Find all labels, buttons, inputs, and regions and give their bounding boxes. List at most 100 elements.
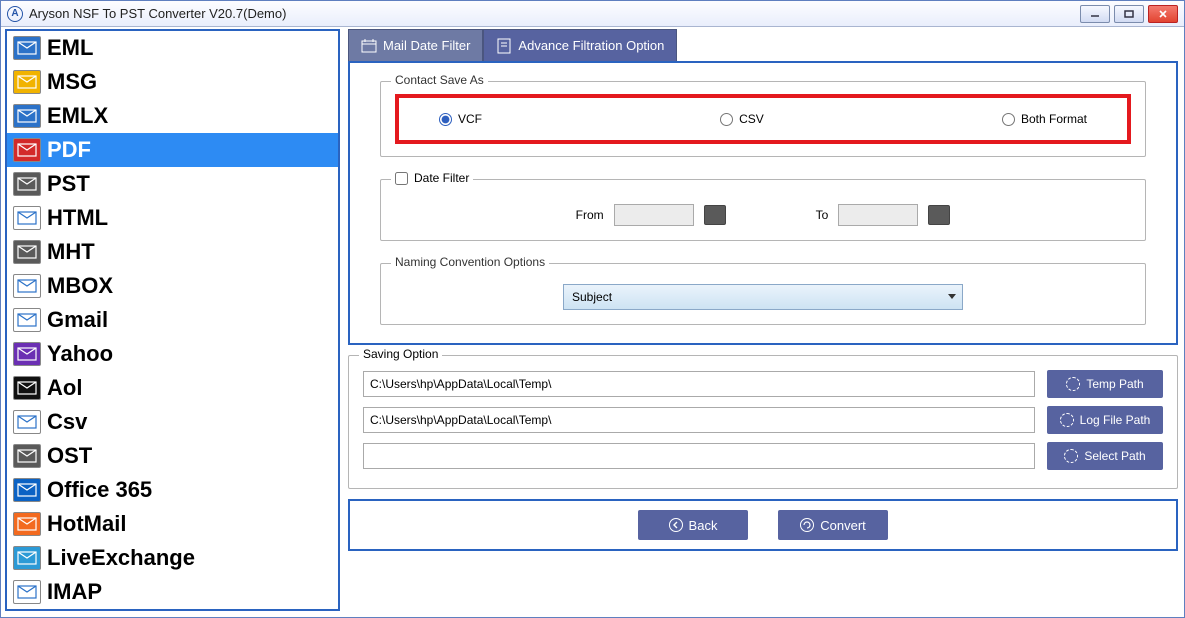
sidebar-item-liveexchange[interactable]: LiveExchange	[7, 541, 338, 575]
mbox-icon	[13, 274, 41, 298]
close-button[interactable]	[1148, 5, 1178, 23]
date-filter-group: Date Filter From To	[380, 179, 1146, 241]
convert-icon	[800, 518, 814, 532]
sidebar-item-office365[interactable]: Office 365	[7, 473, 338, 507]
to-label: To	[816, 208, 829, 222]
sidebar-item-msg[interactable]: MSG	[7, 65, 338, 99]
sidebar-item-label: Csv	[47, 409, 87, 435]
select-path-input[interactable]	[363, 443, 1035, 469]
liveexchange-icon	[13, 546, 41, 570]
imap-icon	[13, 580, 41, 604]
app-icon: A	[7, 6, 23, 22]
back-icon	[669, 518, 683, 532]
sidebar-item-gmail[interactable]: Gmail	[7, 303, 338, 337]
sidebar-item-label: Gmail	[47, 307, 108, 333]
html-icon	[13, 206, 41, 230]
temp-path-button[interactable]: Temp Path	[1047, 370, 1163, 398]
temp-path-input[interactable]	[363, 371, 1035, 397]
contact-save-as-highlight: VCF CSV Both Format	[395, 94, 1131, 144]
radio-both-input[interactable]	[1002, 113, 1015, 126]
contact-save-as-legend: Contact Save As	[391, 73, 488, 87]
hotmail-icon	[13, 512, 41, 536]
sidebar-item-emlx[interactable]: EMLX	[7, 99, 338, 133]
from-label: From	[576, 208, 604, 222]
sidebar-item-pdf[interactable]: PDF	[7, 133, 338, 167]
to-date-input[interactable]	[838, 204, 918, 226]
dots-icon	[1066, 377, 1080, 391]
bottom-bar: Back Convert	[348, 499, 1178, 551]
select-path-button[interactable]: Select Path	[1047, 442, 1163, 470]
dots-icon	[1060, 413, 1074, 427]
sidebar-item-eml[interactable]: EML	[7, 31, 338, 65]
ost-icon	[13, 444, 41, 468]
sidebar-item-mht[interactable]: MHT	[7, 235, 338, 269]
aol-icon	[13, 376, 41, 400]
pst-icon	[13, 172, 41, 196]
naming-convention-group: Naming Convention Options Subject	[380, 263, 1146, 325]
sidebar-item-label: OST	[47, 443, 92, 469]
sidebar-item-label: MHT	[47, 239, 95, 265]
log-path-input[interactable]	[363, 407, 1035, 433]
naming-convention-value: Subject	[572, 290, 612, 304]
sidebar-item-label: IMAP	[47, 579, 102, 605]
sidebar-item-aol[interactable]: Aol	[7, 371, 338, 405]
sidebar-item-hotmail[interactable]: HotMail	[7, 507, 338, 541]
from-date-input[interactable]	[614, 204, 694, 226]
sidebar-item-html[interactable]: HTML	[7, 201, 338, 235]
tab-advance-filtration[interactable]: Advance Filtration Option	[483, 29, 677, 61]
log-file-path-button[interactable]: Log File Path	[1047, 406, 1163, 434]
sidebar-item-label: HTML	[47, 205, 108, 231]
radio-vcf-input[interactable]	[439, 113, 452, 126]
to-date-picker-button[interactable]	[928, 205, 950, 225]
radio-csv[interactable]: CSV	[720, 112, 764, 126]
sidebar-item-label: PST	[47, 171, 90, 197]
sidebar-item-label: MSG	[47, 69, 97, 95]
tab-label: Advance Filtration Option	[518, 38, 664, 53]
filter-icon	[496, 38, 512, 54]
sidebar-item-label: EMLX	[47, 103, 108, 129]
office365-icon	[13, 478, 41, 502]
mht-icon	[13, 240, 41, 264]
sidebar-item-label: Yahoo	[47, 341, 113, 367]
pdf-icon	[13, 138, 41, 162]
gmail-icon	[13, 308, 41, 332]
date-filter-checkbox[interactable]: Date Filter	[391, 171, 473, 185]
sidebar-item-label: MBOX	[47, 273, 113, 299]
sidebar-item-label: EML	[47, 35, 93, 61]
sidebar-item-label: HotMail	[47, 511, 126, 537]
yahoo-icon	[13, 342, 41, 366]
tab-mail-date-filter[interactable]: Mail Date Filter	[348, 29, 483, 61]
titlebar: A Aryson NSF To PST Converter V20.7(Demo…	[1, 1, 1184, 27]
radio-both[interactable]: Both Format	[1002, 112, 1087, 126]
msg-icon	[13, 70, 41, 94]
from-date-picker-button[interactable]	[704, 205, 726, 225]
naming-convention-legend: Naming Convention Options	[391, 255, 549, 269]
dots-icon	[1064, 449, 1078, 463]
window-title: Aryson NSF To PST Converter V20.7(Demo)	[29, 6, 286, 21]
radio-vcf[interactable]: VCF	[439, 112, 482, 126]
emlx-icon	[13, 104, 41, 128]
sidebar-item-label: PDF	[47, 137, 91, 163]
sidebar-item-imap[interactable]: IMAP	[7, 575, 338, 609]
tab-label: Mail Date Filter	[383, 38, 470, 53]
sidebar-item-label: LiveExchange	[47, 545, 195, 571]
radio-csv-input[interactable]	[720, 113, 733, 126]
sidebar-item-label: Office 365	[47, 477, 152, 503]
convert-button[interactable]: Convert	[778, 510, 888, 540]
date-filter-checkbox-input[interactable]	[395, 172, 408, 185]
back-button[interactable]: Back	[638, 510, 748, 540]
tab-bar: Mail Date Filter Advance Filtration Opti…	[348, 29, 1178, 61]
naming-convention-dropdown[interactable]: Subject	[563, 284, 963, 310]
options-panel: Contact Save As VCF CSV Both Format Date…	[348, 61, 1178, 345]
sidebar-item-label: Aol	[47, 375, 82, 401]
calendar-icon	[361, 38, 377, 54]
format-sidebar: EML MSG EMLX PDF PST HTML MHT MBOX Gmail Yahoo Aol…	[5, 29, 340, 611]
saving-option-group: Saving Option Temp Path Log File Path Se…	[348, 355, 1178, 489]
sidebar-item-yahoo[interactable]: Yahoo	[7, 337, 338, 371]
sidebar-item-ost[interactable]: OST	[7, 439, 338, 473]
sidebar-item-pst[interactable]: PST	[7, 167, 338, 201]
sidebar-item-mbox[interactable]: MBOX	[7, 269, 338, 303]
maximize-button[interactable]	[1114, 5, 1144, 23]
sidebar-item-csv[interactable]: Csv	[7, 405, 338, 439]
minimize-button[interactable]	[1080, 5, 1110, 23]
